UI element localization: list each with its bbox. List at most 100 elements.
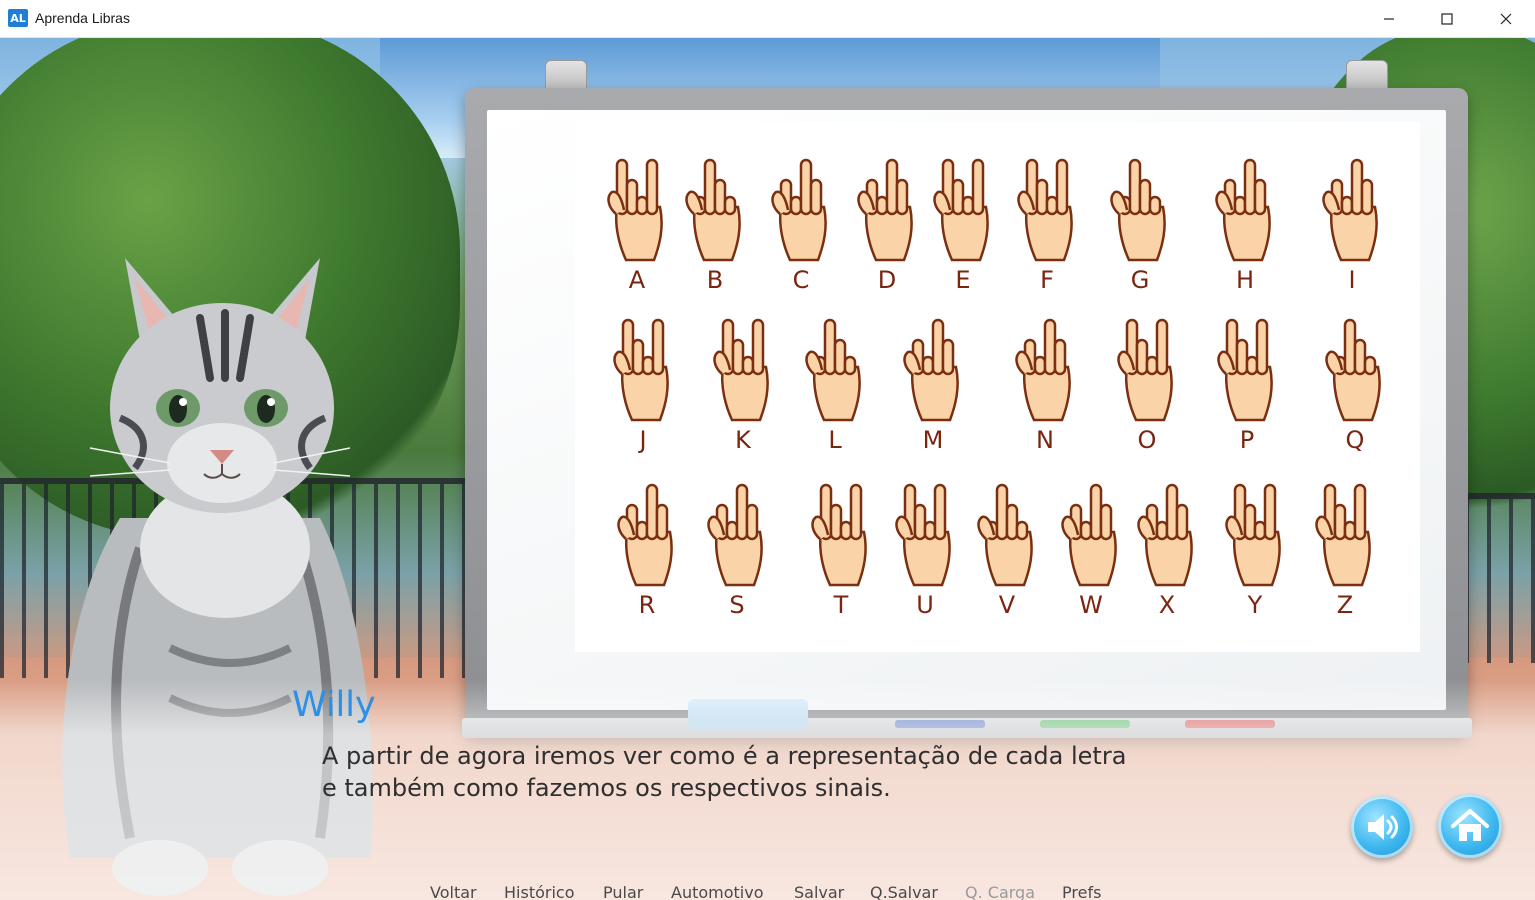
sign-x: X [1127,477,1207,627]
hand-sign-s-icon [707,483,763,587]
sign-h: H [1205,152,1285,302]
libras-alphabet-chart: A B C D E F G H I J K L M N O P Q R S T U V W X Y Z [575,122,1420,652]
sign-letter-c: C [792,266,810,294]
sign-letter-e: E [955,266,971,294]
sign-q: Q [1315,312,1395,462]
hand-sign-j-icon [613,318,669,422]
sign-l: L [795,312,875,462]
board-hanger-left [545,60,587,90]
hand-sign-z-icon [1315,483,1371,587]
sign-b: B [675,152,755,302]
title-bar: AL Aprenda Libras [0,0,1535,38]
sign-letter-i: I [1348,266,1356,294]
hand-sign-r-icon [617,483,673,587]
sign-letter-w: W [1079,591,1103,619]
skip-button[interactable]: Pular [603,883,643,900]
home-button[interactable] [1438,794,1502,858]
auto-button[interactable]: Automotivo [671,883,764,900]
maximize-icon [1441,13,1453,25]
sign-letter-x: X [1158,591,1176,619]
speaker-name: Willy [292,685,376,725]
hand-sign-a-icon [607,158,663,262]
hand-sign-q-icon [1325,318,1381,422]
sign-s: S [697,477,777,627]
dialogue-line-1: A partir de agora iremos ver como é a re… [322,742,1127,770]
sign-c: C [761,152,841,302]
hand-sign-i-icon [1322,158,1378,262]
sign-r: R [607,477,687,627]
hand-sign-b-icon [685,158,741,262]
sign-e: E [923,152,1003,302]
hand-sign-n-icon [1015,318,1071,422]
history-button[interactable]: Histórico [504,883,574,900]
sign-letter-q: Q [1345,426,1365,454]
hand-sign-p-icon [1217,318,1273,422]
sign-letter-p: P [1239,426,1255,454]
sign-p: P [1207,312,1287,462]
sign-z: Z [1305,477,1385,627]
sign-letter-l: L [828,426,842,454]
sign-letter-u: U [916,591,934,619]
minimize-button[interactable] [1360,0,1418,38]
quick-load-button[interactable]: Q. Carga [965,883,1035,900]
close-button[interactable] [1477,0,1535,38]
hand-sign-d-icon [857,158,913,262]
sign-letter-r: R [638,591,656,619]
sign-i: I [1312,152,1392,302]
sign-letter-y: Y [1247,591,1263,619]
sign-letter-o: O [1137,426,1157,454]
sign-letter-f: F [1040,266,1054,294]
hand-sign-c-icon [771,158,827,262]
speaker-icon [1368,814,1398,840]
hand-sign-t-icon [811,483,867,587]
sign-u: U [885,477,965,627]
sign-a: A [597,152,677,302]
whiteboard: A B C D E F G H I J K L M N O P Q R S T U V W X Y Z [465,88,1468,736]
hand-sign-o-icon [1117,318,1173,422]
fence-right [1465,493,1535,663]
hand-sign-m-icon [903,318,959,422]
sign-letter-b: B [706,266,724,294]
whiteboard-surface: A B C D E F G H I J K L M N O P Q R S T U V W X Y Z [487,110,1446,710]
home-icon [1451,809,1489,841]
sign-n: N [1005,312,1085,462]
hand-sign-l-icon [805,318,861,422]
hand-sign-e-icon [933,158,989,262]
hand-sign-x-icon [1137,483,1193,587]
hand-sign-w-icon [1061,483,1117,587]
sign-y: Y [1215,477,1295,627]
sign-t: T [801,477,881,627]
quick-save-button[interactable]: Q.Salvar [870,883,938,900]
sign-letter-v: V [998,591,1016,619]
back-button[interactable]: Voltar [430,883,477,900]
sign-letter-z: Z [1336,591,1354,619]
sign-letter-a: A [628,266,646,294]
sign-j: J [603,312,683,462]
save-button[interactable]: Salvar [794,883,844,900]
sign-k: K [703,312,783,462]
minimize-icon [1384,18,1394,20]
sign-letter-s: S [729,591,745,619]
prefs-button[interactable]: Prefs [1062,883,1101,900]
maximize-button[interactable] [1418,0,1476,38]
audio-button[interactable] [1351,796,1413,858]
app-icon: AL [8,9,28,27]
sign-o: O [1107,312,1187,462]
dialogue-line-2: e também como fazemos os respectivos sin… [322,774,891,802]
game-scene[interactable]: ABCDEFGHIJKLMNOPQRSTUVWXYZ Willy A parti… [0,38,1535,900]
hand-sign-k-icon [713,318,769,422]
sign-letter-g: G [1130,266,1150,294]
sign-g: G [1100,152,1180,302]
hand-sign-y-icon [1225,483,1281,587]
sign-f: F [1007,152,1087,302]
hand-sign-v-icon [977,483,1033,587]
sign-m: M [893,312,973,462]
sign-letter-n: N [1036,426,1054,454]
sign-v: V [967,477,1047,627]
hand-sign-f-icon [1017,158,1073,262]
close-icon [1500,13,1512,25]
sign-letter-m: M [922,426,944,454]
sign-letter-k: K [735,426,751,454]
dialogue-text: A partir de agora iremos ver como é a re… [322,740,1222,804]
sign-letter-t: T [833,591,849,619]
